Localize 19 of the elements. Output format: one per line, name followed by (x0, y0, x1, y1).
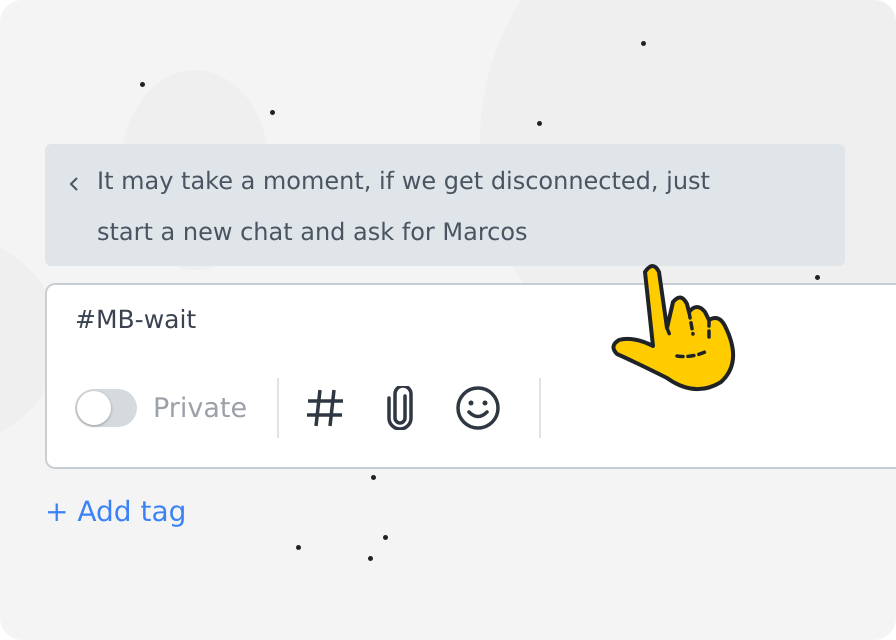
dot (371, 475, 376, 480)
message-composer[interactable]: #MB-wait Private (45, 283, 896, 469)
suggestion-text: It may take a moment, if we get disconnected, just start a new chat and ask for Marcos (97, 166, 711, 248)
dot (140, 82, 145, 87)
dot (537, 121, 542, 126)
hashtag-icon[interactable] (305, 387, 346, 429)
dot (270, 110, 275, 115)
suggestion-banner[interactable]: It may take a moment, if we get disconnected, just start a new chat and ask for Marcos (45, 144, 845, 266)
chevron-left-icon[interactable] (69, 176, 79, 192)
dot (815, 275, 820, 280)
smiley-icon[interactable] (455, 385, 502, 431)
dot (383, 535, 388, 540)
private-label: Private (153, 392, 248, 424)
dot (296, 545, 301, 550)
dot (368, 556, 373, 561)
message-input-text: #MB-wait (75, 305, 198, 334)
add-tag-link[interactable]: + Add tag (45, 495, 186, 528)
dot (641, 41, 646, 46)
private-toggle[interactable] (75, 389, 137, 427)
